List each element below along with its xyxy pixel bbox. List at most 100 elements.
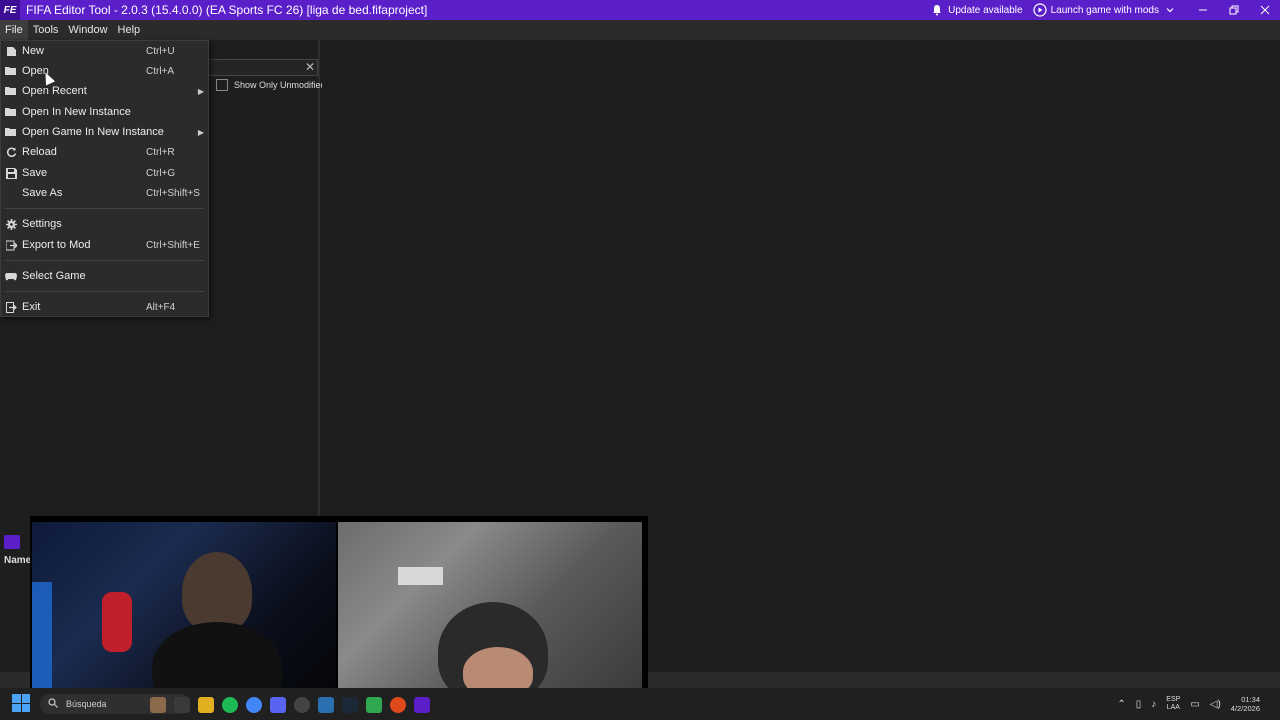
file-menu-dropdown: New Ctrl+U Open Ctrl+A Open Recent ▶ Ope…: [0, 40, 209, 317]
menu-item-save-as[interactable]: Save As Ctrl+Shift+S: [1, 183, 208, 203]
reload-icon: [5, 146, 17, 158]
folder-open-icon: [5, 65, 17, 77]
play-circle-icon: [1032, 3, 1047, 17]
menu-item-label: Open Recent: [22, 85, 87, 97]
steam-icon[interactable]: [342, 697, 358, 713]
taskbar-apps: [150, 696, 430, 714]
webcam-feed-right: [338, 522, 642, 694]
menu-separator: [5, 291, 204, 292]
menu-item-export-to-mod[interactable]: Export to Mod Ctrl+Shift+E: [1, 235, 208, 255]
menu-help[interactable]: Help: [113, 20, 146, 40]
show-only-unmodified-toggle[interactable]: Show Only Unmodified: [216, 79, 326, 91]
menu-item-open-in-new-instance[interactable]: Open In New Instance: [1, 102, 208, 122]
menu-item-shortcut: Ctrl+Shift+S: [146, 187, 200, 199]
menu-item-label: Open Game In New Instance: [22, 126, 164, 138]
volume-icon[interactable]: ◁): [1210, 699, 1221, 710]
menu-item-shortcut: Ctrl+Shift+E: [146, 239, 200, 251]
menu-item-exit[interactable]: Exit Alt+F4: [1, 297, 208, 317]
chevron-up-icon[interactable]: ⌃: [1117, 699, 1125, 710]
system-tray: ⌃ ▯ ♪ ESP LAA ▭ ◁) 01:34 4/2/2026: [1117, 688, 1280, 720]
menu-separator: [5, 208, 204, 209]
launch-game-button[interactable]: Launch game with mods: [1032, 3, 1177, 17]
menu-file[interactable]: File: [0, 20, 28, 40]
microphone-icon: [102, 592, 132, 652]
update-available-button[interactable]: Update available: [930, 3, 1023, 17]
submenu-arrow-icon: ▶: [197, 127, 204, 137]
menu-item-label: Save As: [22, 187, 63, 199]
app-icon[interactable]: [174, 697, 190, 713]
menu-separator: [5, 260, 204, 261]
start-button[interactable]: [12, 694, 30, 712]
menu-item-settings[interactable]: Settings: [1, 214, 208, 234]
file-explorer-icon[interactable]: [198, 697, 214, 713]
air-conditioner: [398, 567, 443, 585]
close-window-button[interactable]: [1249, 0, 1280, 20]
window-title: FIFA Editor Tool - 2.0.3 (15.4.0.0) (EA …: [26, 3, 428, 17]
taskbar-search-placeholder: Búsqueda: [66, 699, 107, 709]
person-face: [463, 647, 533, 694]
clock-date: 4/2/2026: [1230, 704, 1260, 713]
usb-icon[interactable]: ▯: [1136, 699, 1142, 710]
language-indicator[interactable]: ESP LAA: [1166, 696, 1180, 712]
update-available-label: Update available: [948, 4, 1023, 16]
menu-item-open[interactable]: Open Ctrl+A: [1, 61, 208, 81]
menu-item-new[interactable]: New Ctrl+U: [1, 41, 208, 61]
menu-item-select-game[interactable]: Select Game: [1, 266, 208, 286]
spotify-icon[interactable]: [222, 697, 238, 713]
restore-button[interactable]: [1218, 0, 1249, 20]
menu-item-shortcut: Ctrl+A: [146, 65, 175, 77]
submenu-arrow-icon: ▶: [197, 86, 204, 96]
discord-icon[interactable]: [270, 697, 286, 713]
list-icon[interactable]: [4, 535, 20, 549]
show-only-unmodified-checkbox[interactable]: [216, 79, 228, 91]
app-icon[interactable]: [318, 697, 334, 713]
app-icon[interactable]: [366, 697, 382, 713]
save-icon: [5, 167, 17, 179]
webcam-feed-left: [32, 522, 336, 694]
launch-game-label: Launch game with mods: [1050, 4, 1159, 16]
language-layout: LAA: [1166, 704, 1180, 711]
menu-item-label: Open In New Instance: [22, 106, 131, 118]
new-icon: [5, 45, 17, 57]
app-icon[interactable]: [390, 697, 406, 713]
exit-icon: [5, 301, 17, 313]
menu-item-reload[interactable]: Reload Ctrl+R: [1, 142, 208, 162]
menu-item-label: Reload: [22, 146, 57, 158]
menu-item-shortcut: Ctrl+G: [146, 167, 176, 179]
title-bar: FE FIFA Editor Tool - 2.0.3 (15.4.0.0) (…: [0, 0, 1280, 20]
minimize-button[interactable]: [1187, 0, 1218, 20]
menu-item-open-game-in-new-instance[interactable]: Open Game In New Instance ▶: [1, 122, 208, 142]
menu-item-shortcut: Ctrl+R: [146, 146, 175, 158]
menu-tools[interactable]: Tools: [28, 20, 64, 40]
bell-icon: [930, 3, 944, 17]
title-actions: Update available Launch game with mods: [930, 0, 1280, 20]
app-icon[interactable]: [150, 697, 166, 713]
menu-item-label: Exit: [22, 301, 41, 313]
microphone-tray-icon[interactable]: ♪: [1151, 699, 1156, 710]
app-icon[interactable]: [294, 697, 310, 713]
network-icon[interactable]: ▭: [1190, 699, 1199, 710]
menu-item-label: New: [22, 45, 45, 57]
folder-open-icon: [5, 85, 17, 97]
light-strip: [32, 582, 52, 692]
clock[interactable]: 01:34 4/2/2026: [1231, 695, 1260, 713]
menu-item-open-recent[interactable]: Open Recent ▶: [1, 81, 208, 101]
save-icon: [5, 187, 17, 199]
menu-item-label: Export to Mod: [22, 239, 91, 251]
person-head: [182, 552, 252, 632]
search-icon: [48, 698, 58, 710]
search-input[interactable]: ✕: [206, 59, 318, 76]
clear-search-icon[interactable]: ✕: [305, 60, 315, 75]
person-body: [152, 622, 282, 694]
menu-item-shortcut: Alt+F4: [146, 301, 176, 313]
menu-item-label: Settings: [22, 218, 62, 230]
menu-window[interactable]: Window: [63, 20, 112, 40]
folder-open-icon: [5, 126, 17, 138]
menu-item-save[interactable]: Save Ctrl+G: [1, 163, 208, 183]
chrome-icon[interactable]: [246, 697, 262, 713]
name-column-header[interactable]: Name: [4, 555, 31, 566]
chevron-down-icon: [1163, 3, 1177, 17]
menu-item-label: Select Game: [22, 270, 86, 282]
fifa-editor-taskbar-icon[interactable]: [414, 697, 430, 713]
menu-item-shortcut: Ctrl+U: [146, 45, 175, 57]
